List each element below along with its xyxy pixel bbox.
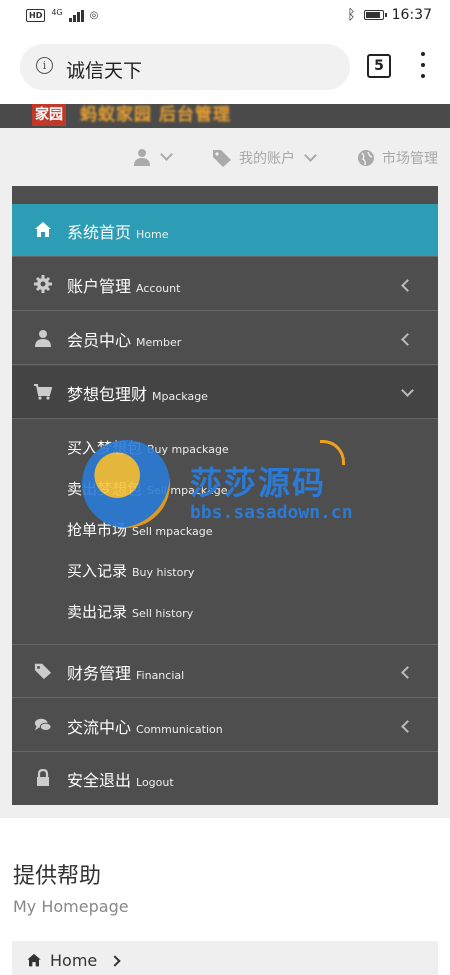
menu-label-en: Member: [136, 336, 182, 349]
watermark-url: bbs.sasadown.cn: [190, 502, 353, 523]
submenu-label-zh: 买入记录: [67, 562, 128, 580]
menu-label-zh: 交流中心: [67, 718, 132, 737]
menu-label: 系统首页 Home: [67, 219, 169, 243]
menu-item-account[interactable]: 账户管理 Account: [12, 258, 438, 311]
tags-icon: [34, 663, 52, 680]
page-title: 提供帮助: [13, 864, 102, 889]
user-icon: [35, 330, 51, 347]
menu-label: 梦想包理财 Mpackage: [67, 381, 208, 405]
signal-icon: [68, 9, 84, 22]
my-account-label: 我的账户: [239, 151, 295, 167]
menu-label-zh: 系统首页: [67, 223, 132, 242]
clock: 16:37: [391, 7, 432, 23]
menu-label-en: Account: [136, 282, 181, 295]
chevron-left-icon: [401, 279, 414, 292]
url-bar[interactable]: i 诚信天下: [20, 44, 350, 90]
chevron-left-icon: [401, 666, 414, 679]
status-left: HD 4G ◎: [26, 7, 99, 22]
bluetooth-icon: ᛒ: [347, 7, 356, 23]
menu-label-en: Financial: [136, 669, 185, 682]
breadcrumb-home[interactable]: Home: [26, 951, 121, 970]
chevron-down-icon: [401, 384, 414, 397]
menu-item-logout[interactable]: 安全退出 Logout: [12, 752, 438, 805]
menu-item-mpackage[interactable]: 梦想包理财 Mpackage: [12, 366, 438, 419]
menu-label-zh: 财务管理: [67, 664, 132, 683]
lock-icon: [37, 769, 49, 786]
watermark: 莎莎源码 bbs.sasadown.cn: [82, 440, 382, 540]
network-type: 4G: [51, 7, 63, 17]
watermark-logo: [82, 440, 170, 528]
menu-label-zh: 会员中心: [67, 331, 132, 350]
menu-label: 账户管理 Account: [67, 273, 180, 297]
menu-label: 安全退出 Logout: [67, 767, 174, 791]
menu-label: 会员中心 Member: [67, 327, 181, 351]
submenu-label-zh: 卖出记录: [67, 603, 128, 621]
page-subtitle: My Homepage: [13, 897, 129, 916]
more-menu-icon[interactable]: [418, 52, 428, 82]
menu-label: 财务管理 Financial: [67, 660, 184, 684]
menu-item-communication[interactable]: 交流中心 Communication: [12, 699, 438, 752]
comments-icon: [34, 718, 52, 731]
tags-icon: [213, 150, 231, 167]
battery-icon: [363, 10, 387, 20]
breadcrumb: Home: [12, 941, 438, 975]
chevron-down-icon: [160, 147, 173, 161]
submenu-item-sell-history[interactable]: 卖出记录 Sell history: [67, 601, 193, 622]
watermark-title: 莎莎源码: [190, 464, 327, 502]
menu-label-en: Communication: [136, 723, 223, 736]
menu-label-zh: 账户管理: [67, 277, 132, 296]
chevron-down-icon: [304, 148, 317, 162]
market-menu[interactable]: 市场管理: [357, 148, 438, 168]
url-text[interactable]: 诚信天下: [66, 56, 142, 83]
submenu-label-en: Buy history: [132, 566, 195, 579]
logo-text: 蚂蚁家园 后台管理: [80, 105, 231, 125]
tab-count-button[interactable]: 5: [367, 54, 391, 78]
menu-label-zh: 梦想包理财: [67, 385, 148, 404]
chevron-right-icon: [109, 954, 121, 967]
my-account-menu[interactable]: 我的账户: [212, 148, 317, 168]
status-bar: HD 4G ◎ ᛒ 16:37: [0, 0, 450, 32]
menu-item-member[interactable]: 会员中心 Member: [12, 312, 438, 365]
site-header: 家园 蚂蚁家园 后台管理: [0, 104, 450, 128]
chevron-left-icon: [401, 720, 414, 733]
logo-badge: 家园: [32, 104, 66, 126]
home-icon: [35, 222, 51, 237]
gear-icon: [34, 275, 52, 293]
menu-label-en: Home: [136, 228, 169, 241]
submenu-item-buy-history[interactable]: 买入记录 Buy history: [67, 560, 194, 581]
status-right: ᛒ 16:37: [347, 7, 432, 23]
hd-badge: HD: [26, 9, 46, 22]
submenu-label-en: Sell history: [132, 607, 194, 620]
menu-label: 交流中心 Communication: [67, 714, 223, 738]
breadcrumb-home-label: Home: [50, 951, 98, 970]
user-icon: [134, 149, 150, 166]
user-menu[interactable]: [133, 147, 173, 166]
menu-label-en: Mpackage: [152, 390, 208, 403]
home-icon: [27, 953, 41, 967]
menu-label-en: Logout: [136, 776, 174, 789]
hotspot-icon: ◎: [89, 10, 99, 21]
cart-icon: [34, 384, 52, 400]
market-label: 市场管理: [382, 151, 438, 167]
top-nav: 我的账户 市场管理: [0, 128, 450, 186]
info-icon[interactable]: i: [36, 57, 53, 74]
menu-item-financial[interactable]: 财务管理 Financial: [12, 645, 438, 698]
globe-icon: [358, 150, 374, 166]
chevron-left-icon: [401, 333, 414, 346]
menu-item-home[interactable]: 系统首页 Home: [12, 204, 438, 257]
menu-label-zh: 安全退出: [67, 771, 132, 790]
